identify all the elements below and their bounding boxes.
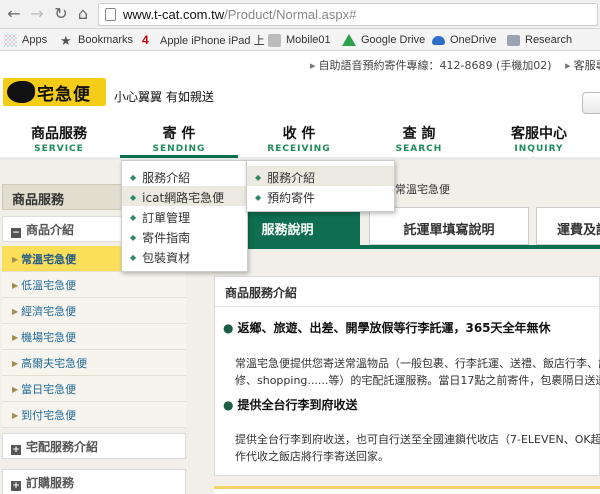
cloud-icon	[432, 35, 445, 45]
apps-grid-icon	[4, 33, 17, 47]
feature-text-2b: 作代收之飯店將行李寄送回家。	[235, 450, 389, 463]
page-icon	[105, 8, 116, 21]
diamond-bullet-icon: ◆	[130, 193, 137, 202]
feature-text-2a: 提供全台行李到府收送，也可自行送至全國連鎖代收店（7-ELEVEN、OK超商	[235, 433, 600, 446]
bullet-dot-icon: ●	[223, 321, 234, 335]
icat-submenu: ◆ 服務介紹 ◆ 預約寄件	[246, 160, 395, 212]
bookmark-apps[interactable]: Apps	[4, 32, 47, 48]
arrow-right-icon: ▶	[12, 411, 19, 420]
submenu-item-book-pickup[interactable]: ◆ 預約寄件	[247, 186, 394, 206]
sidebar-item-airport[interactable]: ▶ 機場宅急便	[2, 324, 186, 350]
bookmark-google-drive[interactable]: Google Drive	[342, 32, 425, 48]
customer-service-link[interactable]: 客服專	[574, 59, 600, 72]
sidebar-section-delivery[interactable]: + 宅配服務介紹	[2, 433, 186, 459]
header-search-button[interactable]	[582, 92, 600, 114]
diamond-bullet-icon: ◆	[130, 233, 137, 242]
menu-item-packaging[interactable]: ◆ 包裝資材	[122, 246, 247, 266]
back-arrow-icon[interactable]: ←	[5, 5, 23, 23]
apple-site-icon: 4	[142, 32, 149, 47]
url-path: /Product/Normal.aspx#	[224, 7, 357, 22]
arrow-right-icon: ▶	[12, 385, 19, 394]
bullet-dot-icon: ●	[223, 398, 234, 412]
nav-service[interactable]: 商品服務 SERVICE	[0, 118, 118, 158]
home-icon[interactable]: ⌂	[74, 5, 92, 23]
bottom-panel-edge	[214, 486, 600, 494]
content-tabs: 服務說明 託運單填寫說明 運費及託	[214, 207, 600, 245]
nav-active-indicator	[120, 155, 238, 158]
browser-toolbar: ← → ↻ ⌂ www.t-cat.com.tw/Product/Normal.…	[0, 0, 600, 29]
arrow-right-icon: ▶	[12, 307, 19, 316]
arrow-right-icon: ▶	[12, 281, 19, 290]
arrow-right-icon: ▶	[12, 359, 19, 368]
tcat-logo[interactable]: 宅急便	[3, 78, 106, 106]
nav-inquiry[interactable]: 客服中心 INQUIRY	[480, 118, 598, 158]
feature-text-1a: 常溫宅急便提供您寄送常溫物品（一般包裹、行李託運、送禮、飯店行李、訂	[235, 357, 600, 370]
diamond-bullet-icon: ◆	[130, 173, 137, 182]
panel-title: 商品服務介紹	[215, 277, 600, 307]
content-panel: 商品服務介紹 ● 返鄉、旅遊、出差、開學放假等行李託運，365天全年無休 常溫宅急…	[214, 276, 600, 476]
black-cat-logo-icon	[7, 81, 35, 103]
folder-icon	[507, 34, 520, 46]
expand-plus-icon: +	[11, 445, 21, 455]
feature-text-1b: 修、shopping......等）的宅配託運服務。當日17點之前寄件，包裹隔日…	[235, 374, 600, 387]
breadcrumb: 常溫宅急便	[395, 183, 450, 196]
diamond-bullet-icon: ◆	[255, 173, 262, 182]
menu-item-icat[interactable]: ◆ icat網路宅急便	[122, 186, 247, 206]
collapse-minus-icon: −	[11, 228, 21, 238]
hotline-text: ▸自助語音預約寄件專線：412-8689 (手機加02) ▸客服專	[310, 57, 600, 73]
sending-dropdown-menu: ◆ 服務介紹 ◆ icat網路宅急便 ◆ 訂單管理 ◆ 寄件指南 ◆ 包裝資材	[121, 160, 248, 272]
diamond-bullet-icon: ◆	[130, 253, 137, 262]
bookmark-mobile01[interactable]: Mobile01	[268, 32, 331, 48]
reload-icon[interactable]: ↻	[52, 5, 70, 23]
tab-stripe	[214, 245, 600, 249]
bookmarks-bar: Apps ★ Bookmarks 4 Apple iPhone iPad 上 M…	[0, 29, 600, 51]
arrow-right-icon: ▶	[12, 333, 19, 342]
mobile01-icon	[268, 33, 281, 47]
tab-waybill-guide[interactable]: 託運單填寫說明	[369, 207, 529, 245]
nav-search[interactable]: 查 詢 SEARCH	[360, 118, 478, 158]
sidebar-section-order[interactable]: + 訂購服務	[2, 469, 186, 494]
main-navigation: 商品服務 SERVICE 寄 件 SENDING 收 件 RECEIVING 查…	[0, 118, 600, 158]
feature-heading-2: ● 提供全台行李到府收送	[223, 398, 358, 412]
nav-receiving[interactable]: 收 件 RECEIVING	[240, 118, 358, 158]
menu-item-order-management[interactable]: ◆ 訂單管理	[122, 206, 247, 226]
sidebar-item-low-temp[interactable]: ▶ 低溫宅急便	[2, 272, 186, 298]
arrow-right-icon: ▶	[12, 255, 19, 264]
bookmark-bookmarks[interactable]: ★ Bookmarks	[60, 32, 133, 48]
feature-heading-1: ● 返鄉、旅遊、出差、開學放假等行李託運，365天全年無休	[223, 321, 551, 335]
slogan: 小心翼翼 有如親送	[114, 90, 214, 104]
google-drive-icon	[342, 34, 356, 46]
bookmark-onedrive[interactable]: OneDrive	[432, 32, 496, 48]
menu-item-service-intro[interactable]: ◆ 服務介紹	[122, 166, 247, 186]
site-header: ▸自助語音預約寄件專線：412-8689 (手機加02) ▸客服專 宅急便 小心…	[0, 52, 600, 118]
tab-shipping-fees[interactable]: 運費及託	[536, 207, 600, 245]
sidebar-item-economy[interactable]: ▶ 經濟宅急便	[2, 298, 186, 324]
address-bar[interactable]: www.t-cat.com.tw/Product/Normal.aspx#	[98, 3, 598, 26]
diamond-bullet-icon: ◆	[255, 193, 262, 202]
sidebar-item-cod[interactable]: ▶ 到付宅急便	[2, 402, 186, 428]
sidebar-item-golf[interactable]: ▶ 高爾夫宅急便	[2, 350, 186, 376]
expand-plus-icon: +	[11, 481, 21, 491]
bookmark-research[interactable]: Research	[507, 32, 572, 48]
url-host: www.t-cat.com.tw	[123, 7, 225, 22]
star-icon: ★	[60, 32, 72, 48]
submenu-item-service-intro[interactable]: ◆ 服務介紹	[247, 166, 394, 186]
sidebar-item-same-day[interactable]: ▶ 當日宅急便	[2, 376, 186, 402]
diamond-bullet-icon: ◆	[130, 213, 137, 222]
bookmark-apple[interactable]: 4 Apple iPhone iPad 上	[142, 32, 265, 48]
menu-item-sending-guide[interactable]: ◆ 寄件指南	[122, 226, 247, 246]
nav-sending[interactable]: 寄 件 SENDING	[120, 118, 238, 158]
forward-arrow-icon[interactable]: →	[28, 5, 46, 23]
